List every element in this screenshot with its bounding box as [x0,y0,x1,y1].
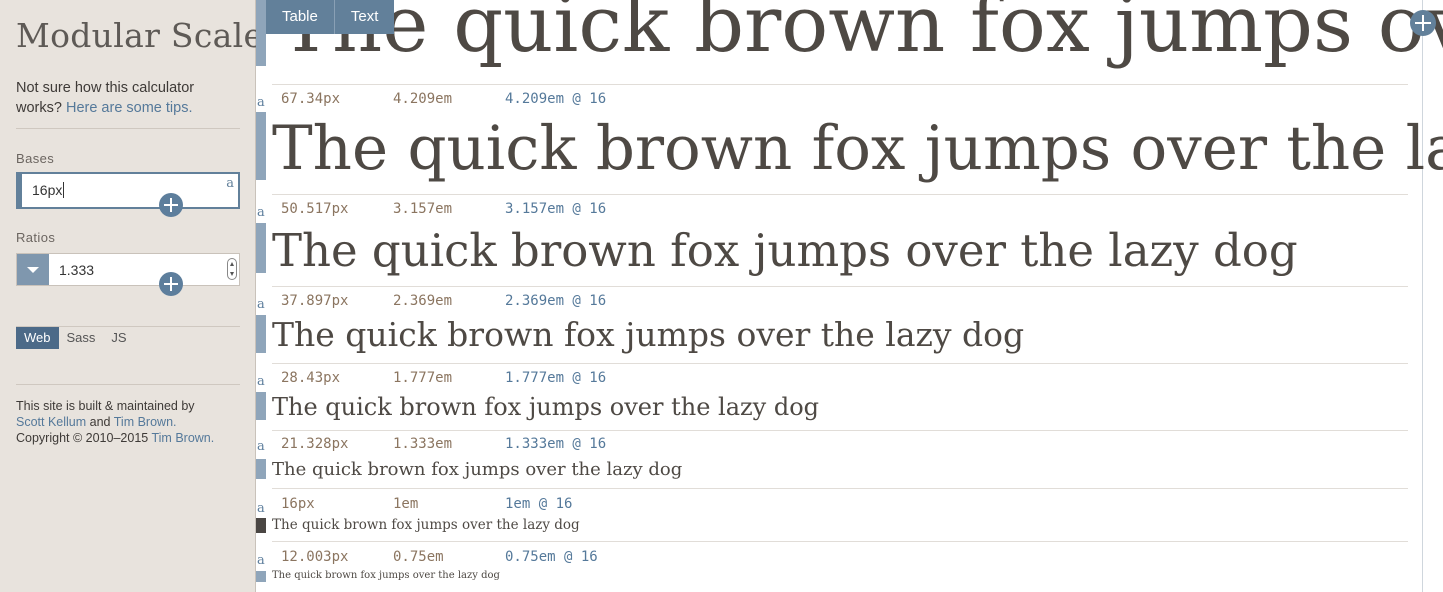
em-value: 1.333em [393,436,453,452]
px-value: 12.003px [281,549,349,565]
em16-value: 1em @ 16 [505,496,573,512]
px-value: 21.328px [281,436,349,452]
em-value: 4.209em [393,91,453,107]
and-text: and [89,415,111,429]
tab-web[interactable]: Web [16,327,59,349]
px-value: 37.897px [281,293,349,309]
base-input[interactable]: 16px [32,182,65,198]
author-link-tim[interactable]: Tim Brown. [114,415,177,429]
em16-value: 1.333em @ 16 [505,436,607,452]
add-icon[interactable] [1410,10,1436,36]
row-values: 37.897px 2.369em 2.369em @ 16 [281,293,606,309]
row-values: 12.003px 0.75em 0.75em @ 16 [281,549,598,565]
sample-text: The quick brown fox jumps over the lazy … [272,517,580,533]
copyright-link[interactable]: Tim Brown. [151,431,214,445]
em16-value: 0.75em @ 16 [505,549,598,565]
em16-value: 3.157em @ 16 [505,201,607,217]
base-field[interactable]: 16px a [16,172,240,209]
size-bar [256,392,266,420]
row-divider [272,430,1408,431]
em-value: 0.75em [393,549,444,565]
ratios-label: Ratios [16,230,56,245]
size-bar [256,571,266,582]
row-values: 21.328px 1.333em 1.333em @ 16 [281,436,606,452]
em16-value: 1.777em @ 16 [505,370,607,386]
row-mark: a [257,501,265,516]
ratio-dropdown-button[interactable] [17,254,49,285]
em-value: 1.777em [393,370,453,386]
add-base-button[interactable] [159,193,183,217]
text-caret [63,182,65,198]
main-panel: Table Text The quick brown fox jumps ove… [256,0,1443,592]
sidebar: Modular Scale Not sure how this calculat… [0,0,263,592]
sample-text: The quick brown fox jumps over the lazy … [272,393,820,421]
row-values: 50.517px 3.157em 3.157em @ 16 [281,201,606,217]
px-value: 28.43px [281,370,341,386]
output-tabs: Web Sass JS [16,327,135,349]
px-value: 16px [281,496,315,512]
view-tabs: Table Text [266,0,395,34]
ratio-spinner[interactable] [227,258,237,280]
size-bar [256,315,266,353]
intro-text: Not sure how this calculator works? Here… [16,78,238,118]
em-value: 1em [393,496,419,512]
row-mark: a [257,439,265,454]
font-sample-mark: a [226,176,234,191]
px-value: 50.517px [281,201,349,217]
size-bar [256,518,266,533]
tab-js[interactable]: JS [103,327,134,349]
size-bar [256,459,266,479]
row-divider [272,194,1408,195]
panel-edge [1422,0,1423,592]
row-mark: a [257,374,265,389]
row-mark: a [257,297,265,312]
field-accent [18,174,22,207]
sample-text: The quick brown fox jumps over the lazy … [280,0,1443,70]
ratio-field[interactable]: 1.333 [16,253,240,286]
size-bar [256,0,266,66]
row-mark: a [257,95,265,110]
row-divider [272,488,1408,489]
tab-sass[interactable]: Sass [59,327,104,349]
row-mark: a [257,553,265,568]
sample-text: The quick brown fox jumps over the lazy … [272,570,500,581]
add-ratio-button[interactable] [159,272,183,296]
row-values: 28.43px 1.777em 1.777em @ 16 [281,370,606,386]
author-link-scott[interactable]: Scott Kellum [16,415,86,429]
em-value: 3.157em [393,201,453,217]
footer-credits: This site is built & maintained by Scott… [16,398,242,446]
row-values: 67.34px 4.209em 4.209em @ 16 [281,91,606,107]
row-divider [272,363,1408,364]
size-bar [256,223,266,273]
sample-text: The quick brown fox jumps over the lazy … [272,315,1025,354]
copyright-text: Copyright © 2010–2015 [16,431,149,445]
tab-text[interactable]: Text [335,0,395,34]
tab-table[interactable]: Table [266,0,335,34]
sample-text: The quick brown fox jumps over the lazy … [272,224,1298,277]
em16-value: 4.209em @ 16 [505,91,607,107]
ratio-input[interactable]: 1.333 [59,262,94,278]
row-divider [272,84,1408,85]
divider [16,128,240,129]
tips-link[interactable]: Here are some tips. [66,100,193,116]
divider [16,384,240,385]
em16-value: 2.369em @ 16 [505,293,607,309]
app-title: Modular Scale [16,16,264,55]
row-values: 16px 1em 1em @ 16 [281,496,572,512]
footer-line: This site is built & maintained by [16,399,195,413]
row-divider [272,541,1408,542]
bases-label: Bases [16,151,55,166]
row-divider [272,286,1408,287]
px-value: 67.34px [281,91,341,107]
em-value: 2.369em [393,293,453,309]
size-bar [256,112,266,180]
row-mark: a [257,205,265,220]
sample-text: The quick brown fox jumps over the lazy … [272,113,1443,184]
sample-text: The quick brown fox jumps over the lazy … [272,459,683,480]
